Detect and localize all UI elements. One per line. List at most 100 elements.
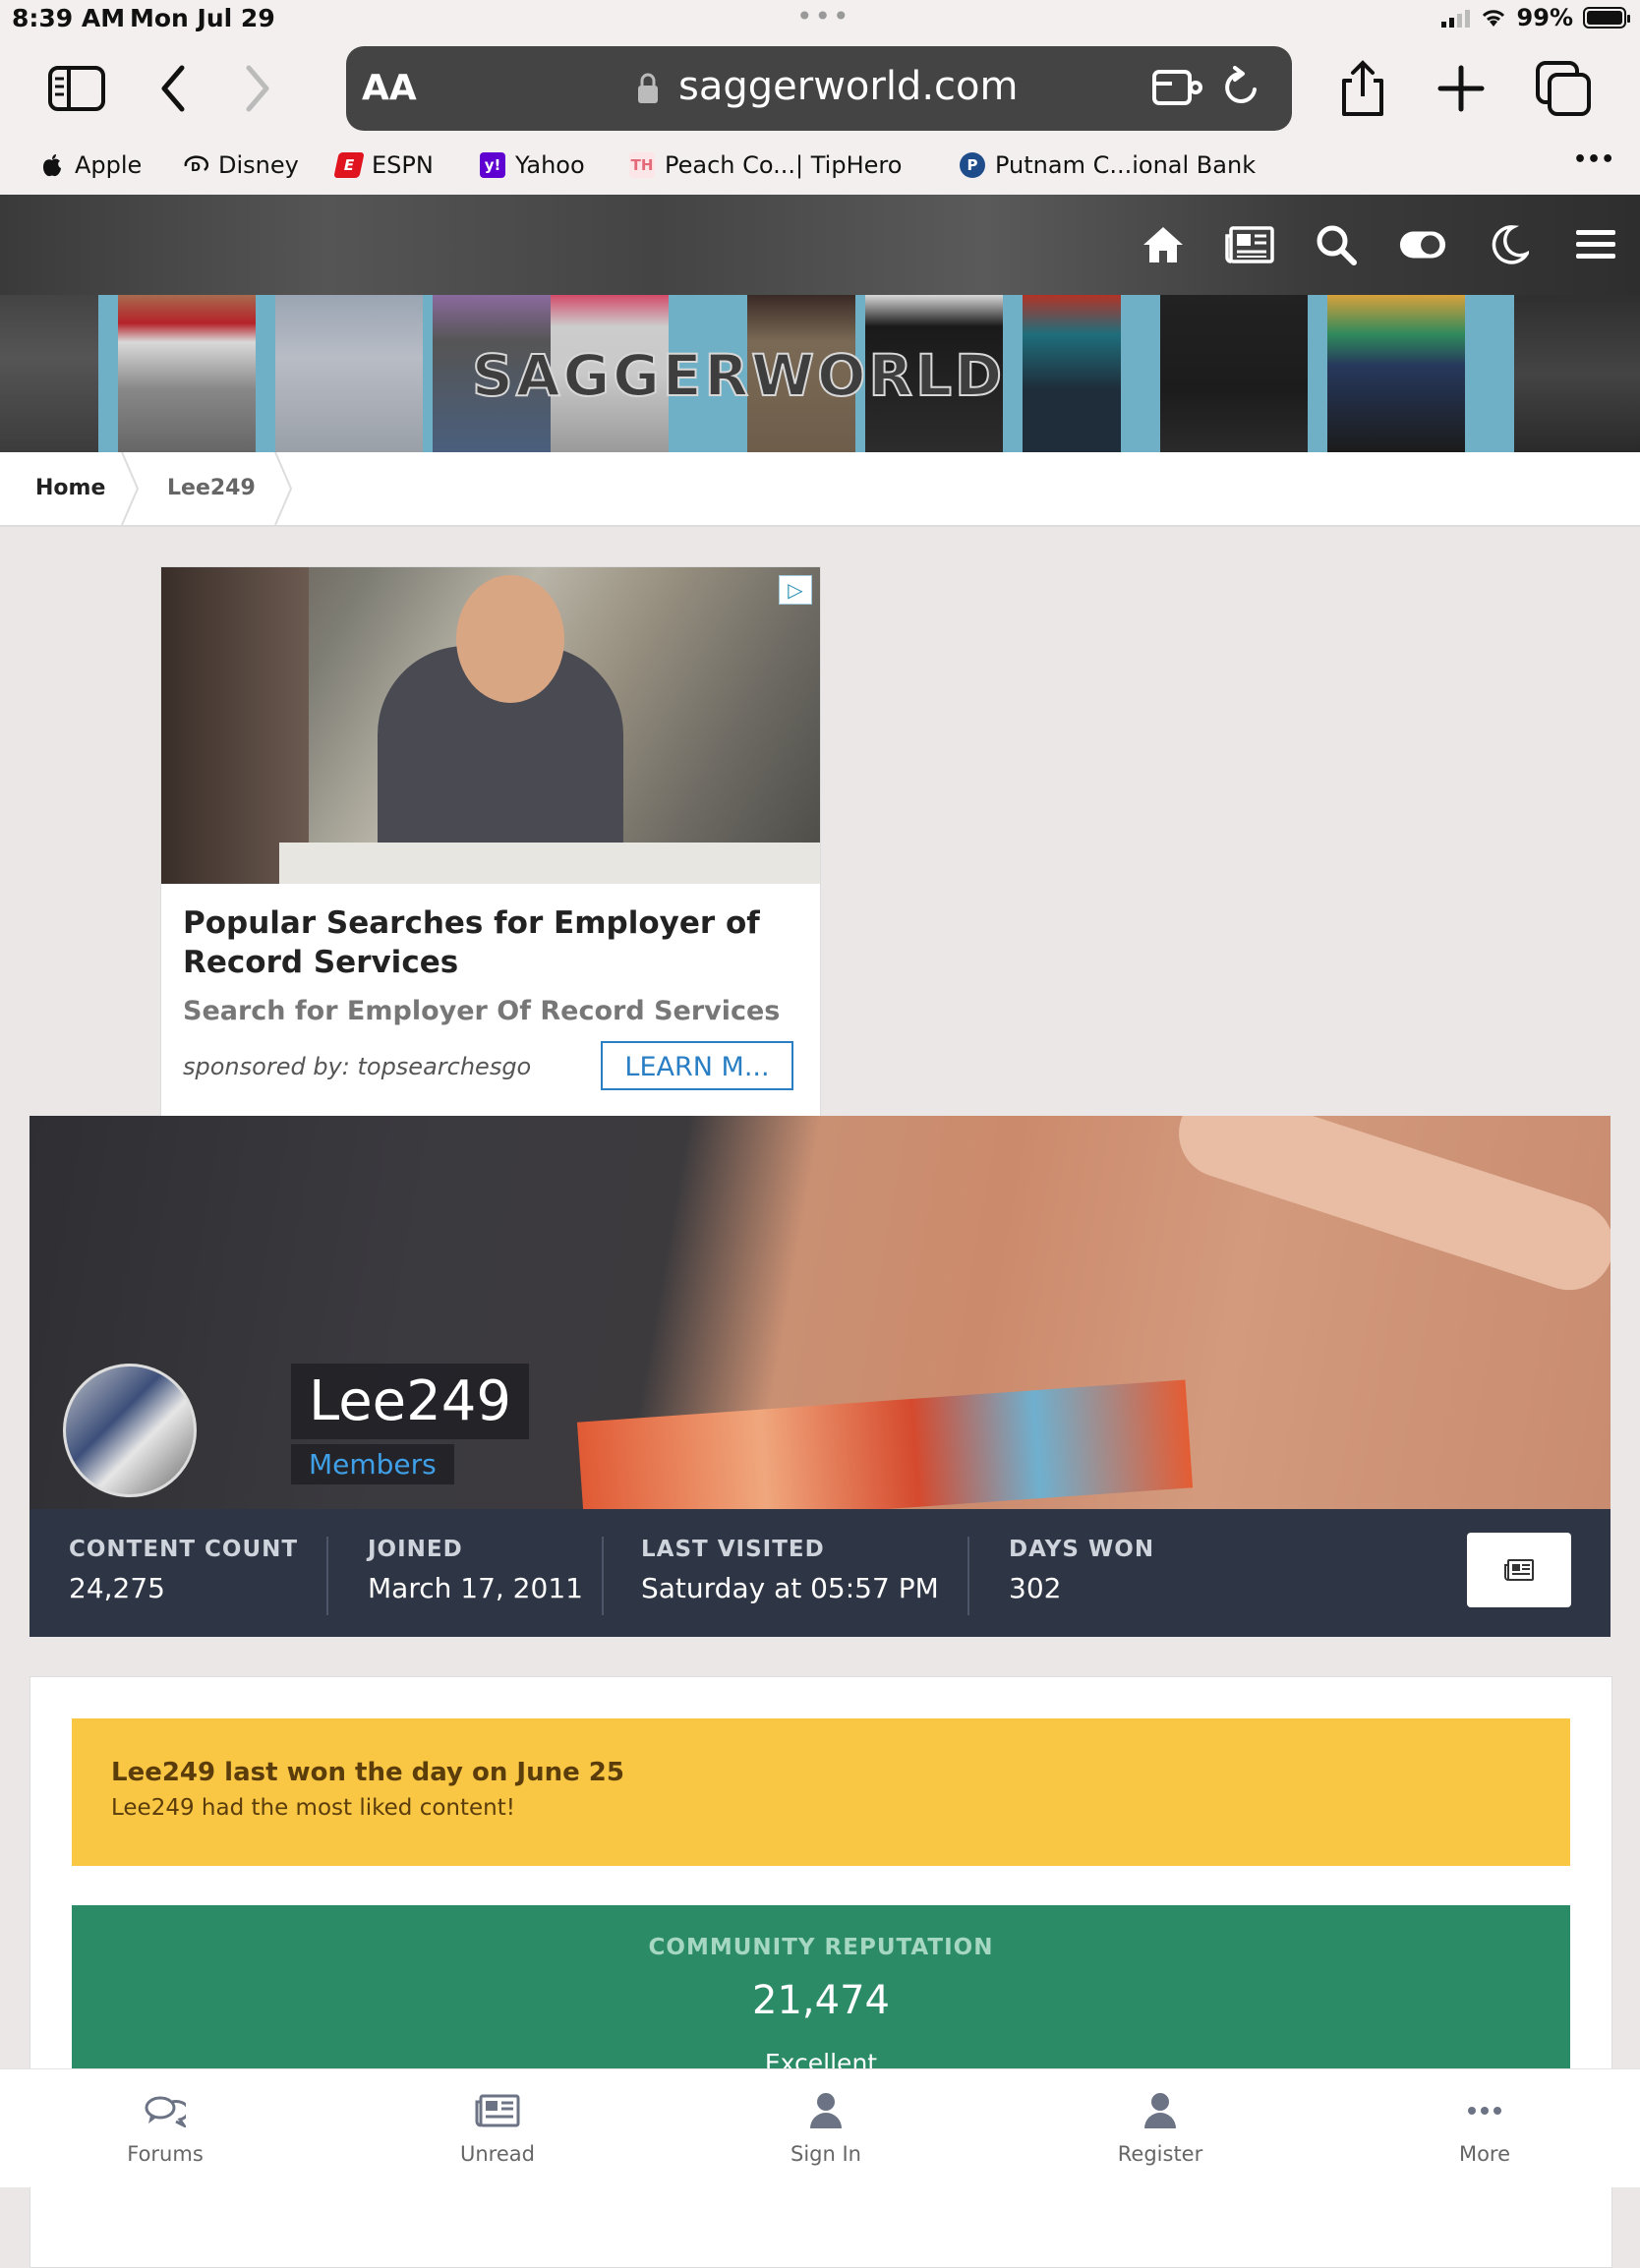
cellular-signal-icon — [1440, 8, 1470, 28]
tab-label: Register — [1117, 2142, 1203, 2166]
favorites-bar: Apple D Disney E ESPN y! Yahoo TH Peach … — [0, 138, 1640, 195]
battery-icon — [1583, 7, 1630, 29]
tab-label: Unread — [460, 2142, 535, 2166]
search-icon[interactable] — [1312, 220, 1361, 269]
profile-cover-photo: Lee249 Members — [29, 1116, 1611, 1509]
address-bar[interactable]: AA saggerworld.com — [346, 46, 1292, 131]
news-icon[interactable] — [1225, 220, 1274, 269]
ad-learn-more-button[interactable]: LEARN M... — [601, 1041, 793, 1090]
menu-icon[interactable] — [1571, 220, 1620, 269]
reader-extension-icon[interactable] — [1150, 66, 1203, 113]
news-icon — [1504, 1559, 1534, 1581]
status-time: 8:39 AM — [12, 4, 126, 32]
user-icon — [810, 2093, 842, 2128]
stat-divider — [967, 1537, 969, 1615]
dark-mode-icon[interactable] — [1485, 220, 1534, 269]
favorite-label: Peach Co...| TipHero — [665, 151, 903, 179]
text-size-button[interactable]: AA — [362, 68, 417, 108]
apple-icon — [39, 152, 65, 178]
stat-value: 302 — [1009, 1572, 1062, 1604]
stat-label: JOINED — [368, 1537, 463, 1562]
stat-last-visited: LAST VISITED Saturday at 05:57 PM — [641, 1537, 939, 1604]
disney-icon: D — [183, 152, 208, 178]
favorite-disney[interactable]: D Disney — [183, 151, 299, 179]
stat-label: LAST VISITED — [641, 1537, 825, 1562]
stat-content-count: CONTENT COUNT 24,275 — [69, 1537, 298, 1604]
unread-icon — [475, 2094, 520, 2127]
favorite-putnam[interactable]: P Putnam C...ional Bank — [960, 151, 1256, 179]
url-text[interactable]: saggerworld.com — [678, 64, 1018, 109]
sidebar-icon[interactable] — [47, 59, 106, 118]
stat-joined: JOINED March 17, 2011 — [368, 1537, 583, 1604]
stat-divider — [326, 1537, 328, 1615]
breadcrumb: Home Lee249 — [0, 452, 1640, 527]
breadcrumb-separator — [274, 452, 293, 525]
profile-group-link[interactable]: Members — [291, 1444, 454, 1484]
lock-icon — [638, 73, 658, 103]
svg-text:D: D — [191, 160, 201, 174]
tab-unread[interactable]: Unread — [399, 2091, 596, 2166]
site-banner[interactable]: SAGGERWORLD — [0, 295, 1640, 452]
breadcrumb-separator — [121, 452, 140, 525]
stat-label: CONTENT COUNT — [69, 1537, 299, 1562]
tab-label: More — [1458, 2142, 1511, 2166]
share-icon[interactable] — [1333, 59, 1392, 118]
favorite-apple[interactable]: Apple — [39, 151, 142, 179]
favorite-yahoo[interactable]: y! Yahoo — [480, 151, 585, 179]
battery-percent: 99% — [1516, 4, 1573, 31]
favorite-label: Apple — [75, 151, 143, 179]
theme-toggle-icon[interactable] — [1398, 220, 1447, 269]
wifi-icon — [1482, 10, 1504, 27]
status-bar: 8:39 AM Mon Jul 29 ••• 99% — [0, 0, 1640, 39]
favorite-label: Putnam C...ional Bank — [995, 151, 1257, 179]
home-icon[interactable] — [1139, 220, 1188, 269]
mobile-tab-bar: Forums Unread Sign In Register More — [0, 2068, 1640, 2187]
tab-label: Forums — [127, 2142, 204, 2166]
stat-value: March 17, 2011 — [368, 1572, 583, 1604]
tabs-overview-icon[interactable] — [1534, 59, 1593, 118]
ad-subtitle[interactable]: Search for Employer Of Record Services — [183, 996, 780, 1026]
day-won-alert: Lee249 last won the day on June 25 Lee24… — [72, 1718, 1570, 1866]
reputation-label: COMMUNITY REPUTATION — [648, 1935, 994, 1960]
status-right: 99% — [1440, 4, 1630, 31]
yahoo-icon: y! — [480, 152, 505, 178]
ad-sponsor: sponsored by: topsearchesgo — [183, 1053, 532, 1080]
tab-sign-in[interactable]: Sign In — [728, 2091, 924, 2166]
site-logo[interactable]: SAGGERWORLD — [471, 341, 1005, 410]
stat-days-won[interactable]: DAYS WON 302 — [1009, 1537, 1154, 1604]
reload-icon[interactable] — [1219, 66, 1262, 113]
tab-forums[interactable]: Forums — [67, 2091, 264, 2166]
tiphero-icon: TH — [629, 152, 655, 178]
day-won-title: Lee249 last won the day on June 25 — [111, 1758, 624, 1787]
favorite-label: Disney — [218, 151, 299, 179]
breadcrumb-current[interactable]: Lee249 — [167, 476, 256, 500]
sponsored-ad[interactable]: ▷ Popular Searches for Employer of Recor… — [160, 566, 821, 1117]
favorite-espn[interactable]: E ESPN — [333, 151, 434, 179]
stat-value: Saturday at 05:57 PM — [641, 1572, 939, 1604]
favorite-label: Yahoo — [515, 151, 585, 179]
espn-icon: E — [333, 152, 365, 178]
ad-image[interactable] — [161, 567, 820, 884]
stat-divider — [602, 1537, 604, 1615]
back-icon[interactable] — [144, 59, 203, 118]
profile-username: Lee249 — [291, 1364, 530, 1439]
activity-button[interactable] — [1467, 1533, 1571, 1607]
forward-icon[interactable] — [228, 59, 287, 118]
site-header — [0, 195, 1640, 295]
favorite-label: ESPN — [372, 151, 434, 179]
putnam-icon: P — [960, 152, 985, 178]
tab-label: Sign In — [791, 2142, 861, 2166]
stat-label: DAYS WON — [1009, 1537, 1155, 1562]
favorite-tiphero[interactable]: TH Peach Co...| TipHero — [629, 151, 902, 179]
tab-more[interactable]: More — [1386, 2091, 1583, 2166]
more-icon — [1468, 2107, 1501, 2115]
ad-title[interactable]: Popular Searches for Employer of Record … — [183, 903, 792, 982]
favorites-more-icon[interactable]: ••• — [1573, 147, 1614, 172]
day-won-text: Lee249 had the most liked content! — [111, 1795, 515, 1821]
avatar[interactable] — [63, 1364, 197, 1497]
tab-register[interactable]: Register — [1062, 2091, 1259, 2166]
breadcrumb-home[interactable]: Home — [35, 476, 105, 500]
multitasking-dots-icon[interactable]: ••• — [796, 0, 851, 32]
ad-choices-icon[interactable]: ▷ — [779, 575, 812, 605]
new-tab-icon[interactable] — [1432, 59, 1491, 118]
